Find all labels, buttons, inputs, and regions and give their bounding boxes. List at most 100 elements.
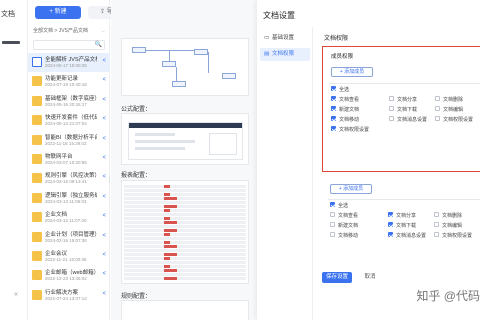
folder-icon — [32, 173, 42, 184]
new-button[interactable]: + 新建 — [35, 6, 81, 19]
file-list-item[interactable]: 功能更新记录 2024-07-19 10:40:18 < — [28, 72, 110, 91]
file-date: 2024-05-16 20:26:17 — [45, 101, 87, 107]
file-name: 行业解决方案 — [45, 289, 79, 296]
share-icon[interactable]: < — [102, 58, 106, 64]
permission-checkbox[interactable] — [330, 212, 335, 217]
file-list-item[interactable]: 逻辑引擎（独立服务编排）2024-03-13 11:06:03 < — [28, 189, 110, 208]
file-list-item[interactable]: 规则引擎（风控决策） 2024-03-15 09:13:41 < — [28, 169, 110, 188]
share-icon[interactable]: < — [102, 155, 106, 161]
permission-checkbox[interactable] — [330, 222, 335, 227]
share-icon[interactable]: < — [102, 77, 106, 83]
folder-icon — [32, 231, 42, 242]
search-icon[interactable]: 🔍 — [95, 41, 102, 48]
permission-row: 文档查看 文档分享 文档删除 — [329, 94, 480, 104]
search-input[interactable]: 🔍 — [33, 40, 105, 50]
permission-checkbox[interactable] — [389, 96, 394, 101]
permission-checkbox[interactable] — [331, 106, 336, 111]
report-highlight — [164, 241, 170, 244]
file-list-item[interactable]: 企业文档 2024-03-12 11:07:20 < — [28, 208, 110, 227]
report-row — [124, 201, 246, 204]
permission-label: 全选 — [338, 203, 349, 209]
permission-row: 文档查看 文档分享 文档删除 — [328, 210, 480, 220]
rule-config-preview — [121, 300, 249, 320]
section-title: 文档权限 — [324, 36, 349, 42]
permission-label: 新建文档 — [338, 223, 359, 229]
nav-active-indicator[interactable] — [2, 41, 20, 44]
report-row — [124, 205, 246, 208]
permission-checkbox[interactable] — [330, 232, 335, 237]
file-date: 2024-06-17 15:00:28 — [45, 63, 87, 68]
permission-row: 文档权限设置 — [329, 124, 480, 134]
permission-checkbox[interactable] — [389, 116, 394, 121]
share-icon[interactable]: < — [102, 233, 106, 239]
permission-checkbox[interactable] — [388, 222, 393, 227]
back-icon[interactable]: ← — [101, 28, 106, 34]
file-name: 企业邮箱（web邮箱） — [45, 270, 97, 277]
add-member-button[interactable]: + 添加成员 — [331, 67, 373, 77]
nav-item-icon: ▭ — [264, 35, 270, 41]
drawer-title: 文档设置 — [263, 11, 295, 20]
share-icon[interactable]: < — [102, 116, 106, 122]
permission-checkbox[interactable] — [434, 212, 439, 217]
formula-config-preview — [121, 113, 249, 165]
permission-label: 全选 — [339, 87, 350, 93]
report-highlight — [164, 253, 177, 256]
permission-label: 文档查看 — [339, 97, 360, 103]
drawer-nav-item[interactable]: ▤ 文档权限 — [260, 48, 310, 61]
permission-label: 文档查看 — [338, 213, 359, 219]
permission-checkbox[interactable] — [434, 232, 439, 237]
permission-checkbox[interactable] — [331, 86, 336, 91]
share-icon[interactable]: < — [102, 194, 106, 200]
share-icon[interactable]: < — [102, 271, 106, 277]
report-row — [124, 185, 246, 188]
file-list-item[interactable]: 企业会议 2022-11-21 15:00:35 < — [28, 247, 110, 266]
permission-checkbox[interactable] — [389, 106, 394, 111]
member-permission-box-2: + 添加成员 全选 文档查看 文档分享 文档删除 新建文档 文档下载 文档编辑 文档移动 文档消… — [322, 179, 480, 267]
permission-checkbox[interactable] — [388, 212, 393, 217]
permission-label: 文档下载 — [396, 223, 417, 229]
permission-checkbox[interactable] — [435, 106, 440, 111]
save-button[interactable]: 保存设置 — [322, 272, 352, 283]
report-row — [124, 277, 246, 280]
file-list-item[interactable]: 全能解析 JVS产品文档 2024-06-17 15:00:28 < — [28, 53, 110, 73]
watermark: 知乎 @代码 — [416, 289, 480, 303]
flow-node — [132, 47, 146, 53]
formula-dialog-image — [128, 122, 243, 160]
permission-checkbox[interactable] — [331, 96, 336, 101]
file-list-item[interactable]: 企业邮箱（web邮箱） 2022-12-23 13:45:02 < — [28, 266, 110, 285]
permission-checkbox[interactable] — [435, 116, 440, 121]
add-member-button[interactable]: + 添加成员 — [330, 184, 372, 194]
permission-checkbox[interactable] — [388, 232, 393, 237]
share-icon[interactable]: < — [102, 97, 106, 103]
file-list-item[interactable]: 行业解决方案 2022-07-24 13:07:14 < — [28, 286, 110, 305]
file-date: 2024-07-19 10:40:18 — [45, 82, 87, 88]
file-list-item[interactable]: 物联网平台 2024-03-07 10:20:55 < — [28, 150, 110, 169]
report-row — [124, 257, 246, 260]
report-row — [124, 229, 246, 232]
report-row — [124, 193, 246, 196]
file-date: 2022-12-23 13:45:02 — [45, 276, 87, 282]
file-name: 企业会议 — [45, 250, 68, 257]
resize-handle-icon[interactable]: ⋮ — [106, 176, 113, 184]
file-list-item[interactable]: 智能BI（数据分析平台）2022-11-18 15:29:03 < — [28, 131, 110, 150]
drawer-nav: ▭ 基础设置 ▤ 文档权限 — [257, 27, 313, 320]
file-list-item[interactable]: 基础框架（数字底座） 2024-05-16 20:26:17 < — [28, 92, 110, 111]
cancel-button[interactable]: 取消 — [358, 272, 382, 283]
file-list-item[interactable]: 快速开发套件（低代码）2024-05-13 21:07:04 < — [28, 111, 110, 130]
share-icon[interactable]: < — [102, 252, 106, 258]
permission-checkbox[interactable] — [331, 116, 336, 121]
permission-checkbox[interactable] — [331, 126, 336, 131]
file-name: 基础框架（数字底座） — [45, 95, 97, 102]
drawer-nav-item[interactable]: ▭ 基础设置 — [260, 32, 310, 45]
permission-checkbox[interactable] — [434, 222, 439, 227]
file-list-item[interactable]: 企业计划（项目管理） 2024-02-16 15:07:36 < — [28, 228, 110, 247]
formula-config-label: 公式配置： — [121, 107, 152, 113]
share-icon[interactable]: < — [102, 136, 106, 142]
share-icon[interactable]: < — [102, 213, 106, 219]
permission-checkbox[interactable] — [330, 202, 335, 207]
share-icon[interactable]: < — [102, 291, 106, 297]
permission-checkbox[interactable] — [435, 96, 440, 101]
collapse-icon[interactable]: « — [14, 291, 18, 298]
file-date: 2022-11-21 15:00:35 — [45, 256, 87, 262]
member-permission-title: 成员权限 — [331, 54, 354, 60]
